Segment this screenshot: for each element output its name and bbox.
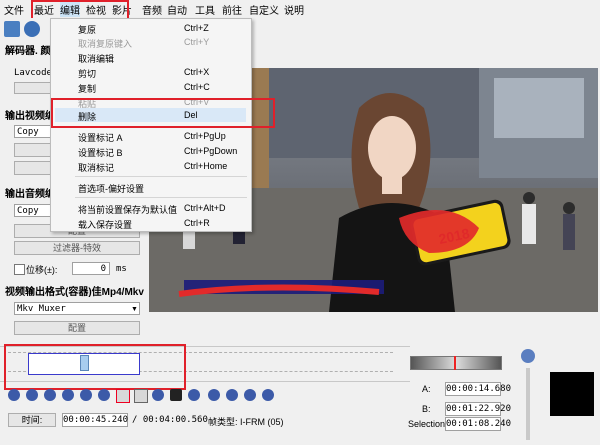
menu-item-redo[interactable]: 取消复原键入 bbox=[78, 37, 132, 50]
marker-b-icon[interactable] bbox=[134, 389, 148, 403]
frame-type: 帧类型: I-FRM (05) bbox=[208, 417, 284, 427]
menu-go[interactable]: 前往 bbox=[222, 2, 242, 17]
open-icon[interactable] bbox=[4, 21, 20, 37]
marker-a-label: A: bbox=[422, 384, 431, 394]
shift-checkbox[interactable] bbox=[14, 264, 25, 275]
menu-item-copy[interactable]: 复制 bbox=[78, 82, 96, 95]
selection-label: Selection: bbox=[408, 419, 448, 429]
shift-label: 位移(±): bbox=[26, 265, 58, 275]
search-black-icon[interactable] bbox=[244, 389, 256, 401]
menu-item-undo[interactable]: 复原 bbox=[78, 23, 96, 36]
mini-preview bbox=[550, 372, 594, 416]
current-time-field[interactable]: 00:00:45.240 bbox=[62, 413, 128, 427]
jog-indicator bbox=[454, 356, 456, 370]
marker-b-label: B: bbox=[422, 404, 431, 414]
marker-a-icon[interactable] bbox=[116, 389, 130, 403]
search-prev-icon[interactable] bbox=[262, 389, 274, 401]
info-icon[interactable] bbox=[24, 21, 40, 37]
menu-tools[interactable]: 工具 bbox=[195, 2, 215, 17]
output-format-header: 视频输出格式(容器)佳Mp4/Mkv bbox=[5, 287, 144, 298]
menu-separator bbox=[75, 197, 247, 198]
menu-item-load-settings[interactable]: 载入保存设置 bbox=[78, 218, 132, 231]
go-end-icon[interactable] bbox=[188, 389, 200, 401]
jog-slider[interactable] bbox=[410, 356, 502, 370]
highlight-timeline bbox=[4, 344, 186, 390]
shortcut-marker-a: Ctrl+PgUp bbox=[184, 131, 226, 141]
menu-item-preferences[interactable]: 首选项-偏好设置 bbox=[78, 182, 144, 195]
prev-frame-icon[interactable] bbox=[44, 389, 56, 401]
muxer-select[interactable]: Mkv Muxer bbox=[14, 302, 140, 315]
play-icon[interactable] bbox=[8, 389, 20, 401]
selection-field[interactable]: 00:01:08.240 bbox=[445, 417, 511, 431]
menu-item-save-default[interactable]: 将当前设置保存为默认值 bbox=[78, 203, 177, 216]
shortcut-copy: Ctrl+C bbox=[184, 82, 210, 92]
shortcut-load-settings: Ctrl+R bbox=[184, 218, 210, 228]
menu-audio[interactable]: 音频 bbox=[142, 2, 162, 17]
shift-unit: ms bbox=[116, 264, 127, 274]
menu-help[interactable]: 说明 bbox=[284, 2, 304, 17]
total-time: / 00:04:00.560 bbox=[132, 415, 208, 425]
menu-custom[interactable]: 自定义 bbox=[249, 2, 279, 17]
menu-item-clear-markers[interactable]: 取消标记 bbox=[78, 161, 114, 174]
audio-filters-button[interactable]: 过滤器-特效 bbox=[14, 241, 140, 255]
stop-icon[interactable] bbox=[26, 389, 38, 401]
speaker-icon[interactable] bbox=[521, 349, 535, 363]
shortcut-save-default: Ctrl+Alt+D bbox=[184, 203, 226, 213]
next-frame-icon[interactable] bbox=[62, 389, 74, 401]
menu-file[interactable]: 文件 bbox=[4, 2, 24, 17]
shortcut-cut: Ctrl+X bbox=[184, 67, 210, 77]
shortcut-marker-b: Ctrl+PgDown bbox=[184, 146, 238, 156]
record-icon[interactable] bbox=[170, 389, 182, 401]
shortcut-redo: Ctrl+Y bbox=[184, 37, 210, 47]
highlight-delete-item bbox=[51, 98, 275, 128]
go-marker-a-icon[interactable] bbox=[208, 389, 220, 401]
menu-separator bbox=[75, 176, 247, 177]
menu-item-set-marker-b[interactable]: 设置标记 B bbox=[78, 146, 123, 159]
shortcut-clear-markers: Ctrl+Home bbox=[184, 161, 228, 171]
time-button[interactable]: 时间: bbox=[8, 413, 56, 427]
go-start-icon[interactable] bbox=[152, 389, 164, 401]
menu-item-set-marker-a[interactable]: 设置标记 A bbox=[78, 131, 123, 144]
marker-b-field[interactable]: 00:01:22.920 bbox=[445, 402, 511, 416]
next-keyframe-icon[interactable] bbox=[98, 389, 110, 401]
volume-slider[interactable] bbox=[526, 368, 530, 440]
prev-keyframe-icon[interactable] bbox=[80, 389, 92, 401]
menu-item-cut[interactable]: 剪切 bbox=[78, 67, 96, 80]
menu-item-cancel-edit[interactable]: 取消编辑 bbox=[78, 52, 114, 65]
menu-auto[interactable]: 自动 bbox=[167, 2, 187, 17]
go-marker-b-icon[interactable] bbox=[226, 389, 238, 401]
shortcut-undo: Ctrl+Z bbox=[184, 23, 209, 33]
muxer-config-button[interactable]: 配置 bbox=[14, 321, 140, 335]
marker-a-field[interactable]: 00:00:14.680 bbox=[445, 382, 511, 396]
chevron-down-icon: ▼ bbox=[131, 306, 138, 313]
shift-input[interactable]: 0 bbox=[72, 262, 110, 275]
